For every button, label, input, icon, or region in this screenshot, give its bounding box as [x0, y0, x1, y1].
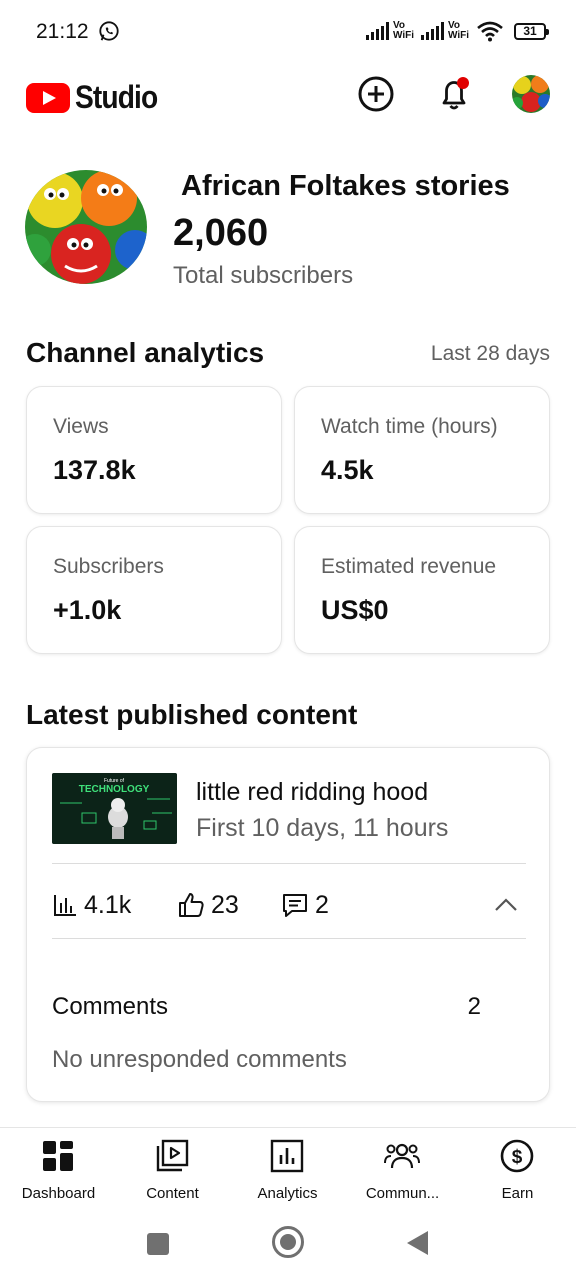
card-label: Estimated revenue: [321, 555, 497, 578]
signal-icon: [421, 22, 444, 40]
wifi-icon: [477, 21, 503, 42]
analytics-icon: [270, 1139, 304, 1173]
watch-time-card[interactable]: Watch time (hours) 4.5k: [294, 386, 550, 514]
comments-count: 2: [467, 993, 481, 1020]
nav-label: Dashboard: [21, 1185, 96, 1202]
divider: [52, 938, 526, 939]
likes-stat: 23: [177, 888, 239, 922]
latest-content-title: Latest published content: [26, 699, 358, 730]
card-label: Watch time (hours): [321, 415, 498, 438]
battery-icon: 31: [514, 22, 549, 40]
nav-label: Content: [146, 1185, 199, 1202]
card-label: Subscribers: [53, 555, 164, 578]
earn-icon: $: [500, 1139, 534, 1173]
analytics-range: Last 28 days: [430, 342, 550, 365]
card-value: 137.8k: [53, 455, 136, 485]
views-value: 4.1k: [84, 890, 132, 919]
subscriber-count: 2,060: [173, 212, 269, 254]
divider: [52, 863, 526, 864]
subscribers-card[interactable]: Subscribers +1.0k: [26, 526, 282, 654]
status-icons: Vo WiFi Vo WiFi 31: [366, 18, 549, 44]
nav-community[interactable]: Commun...: [345, 1136, 460, 1204]
dashboard-icon: [43, 1141, 73, 1171]
subscriber-label: Total subscribers: [173, 262, 354, 289]
bottom-navigation: Dashboard Content Analytics Commun... $: [0, 1127, 576, 1207]
likes-value: 23: [211, 890, 239, 919]
card-value: 4.5k: [321, 455, 374, 485]
video-title[interactable]: little red ridding hood: [196, 778, 428, 807]
views-card[interactable]: Views 137.8k: [26, 386, 282, 514]
account-avatar[interactable]: [512, 75, 550, 113]
vowifi-label: Vo WiFi: [393, 20, 415, 41]
signal-icon: [366, 22, 389, 40]
thumbs-up-icon: [179, 893, 204, 917]
card-label: Views: [53, 415, 109, 438]
comments-value: 2: [315, 890, 329, 919]
svg-text:$: $: [512, 1147, 523, 1168]
chevron-up-icon[interactable]: [493, 892, 519, 918]
nav-label: Analytics: [257, 1185, 318, 1202]
comments-status: No unresponded comments: [52, 1046, 347, 1073]
nav-analytics[interactable]: Analytics: [230, 1136, 345, 1204]
status-time: 21:12: [36, 20, 89, 43]
nav-label: Commun...: [365, 1185, 440, 1202]
app-header: Studio: [0, 62, 576, 128]
channel-analytics-title: Channel analytics: [26, 337, 265, 368]
recents-button[interactable]: [146, 1232, 170, 1256]
comment-icon: [283, 894, 307, 917]
status-bar: 21:12 Vo WiFi Vo WiFi 31: [0, 0, 576, 62]
card-value: US$0: [321, 595, 389, 625]
thumbnail-caption-large: TECHNOLOGY: [79, 784, 150, 795]
latest-content-card: Future of TECHNOLOGY little red ridding …: [26, 747, 550, 1102]
nav-content[interactable]: Content: [115, 1136, 230, 1204]
comments-stat: 2: [281, 888, 329, 922]
channel-avatar[interactable]: [25, 170, 147, 284]
youtube-studio-logo[interactable]: Studio: [26, 79, 169, 116]
whatsapp-icon: [99, 21, 119, 41]
content-icon: [156, 1139, 189, 1172]
bar-chart-icon: [54, 895, 76, 916]
video-thumbnail[interactable]: Future of TECHNOLOGY: [52, 773, 177, 844]
app-name: Studio: [75, 79, 158, 115]
notifications-icon: [442, 77, 469, 110]
youtube-play-icon: [26, 82, 70, 113]
nav-label: Earn: [501, 1185, 534, 1202]
community-icon: [384, 1143, 420, 1169]
video-time-period: First 10 days, 11 hours: [196, 814, 449, 842]
channel-header: African Foltakes stories 2,060 Total sub…: [0, 168, 576, 292]
views-stat: 4.1k: [52, 888, 131, 922]
vowifi-label: Vo WiFi: [448, 20, 470, 41]
channel-name: African Foltakes stories: [181, 170, 510, 202]
system-navigation: [0, 1207, 576, 1280]
comments-label[interactable]: Comments: [52, 993, 168, 1021]
notifications-button[interactable]: [434, 74, 474, 114]
card-value: +1.0k: [53, 595, 122, 625]
create-button[interactable]: [356, 74, 396, 114]
nav-dashboard[interactable]: Dashboard: [1, 1136, 116, 1204]
nav-earn[interactable]: $ Earn: [460, 1136, 575, 1204]
back-button[interactable]: [404, 1229, 430, 1257]
home-button[interactable]: [271, 1225, 305, 1259]
revenue-card[interactable]: Estimated revenue US$0: [294, 526, 550, 654]
create-icon: [358, 76, 394, 112]
